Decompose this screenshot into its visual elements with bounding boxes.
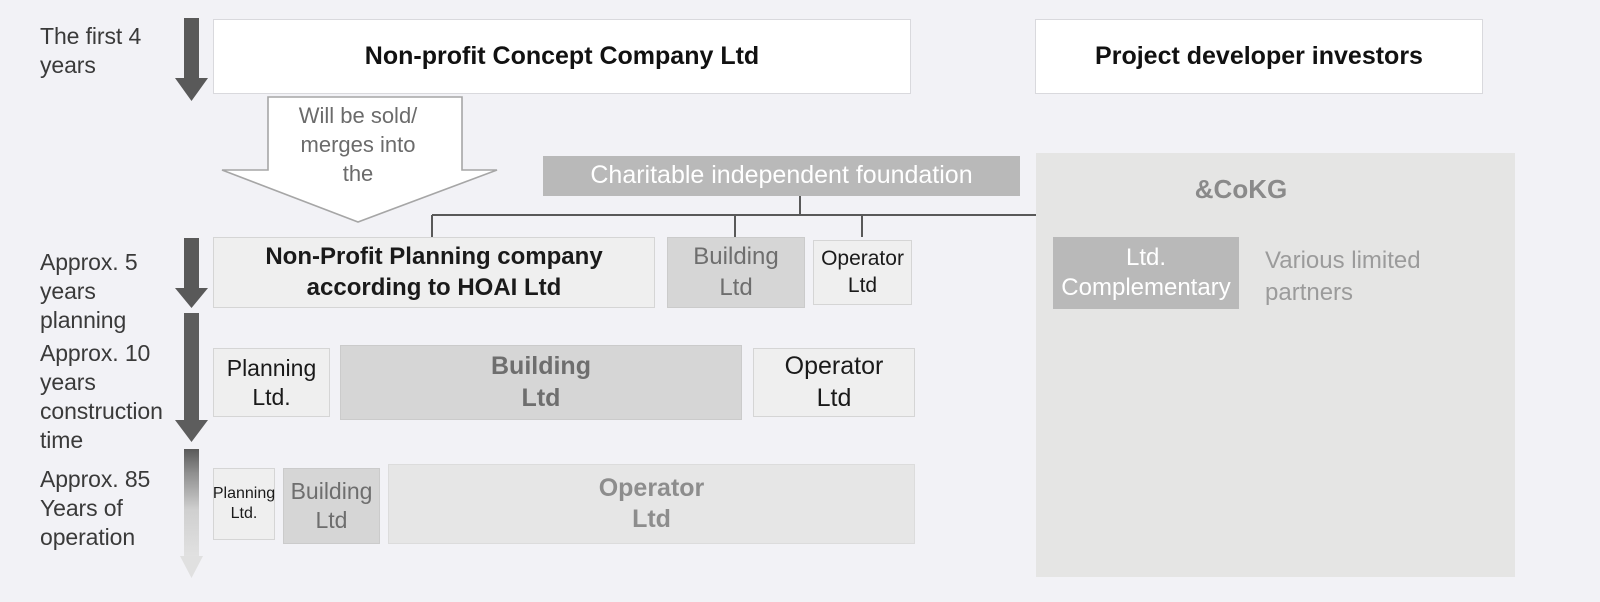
node-ltd-complementary[interactable]: Ltd. Complementary: [1053, 237, 1239, 309]
node-operator-ltd-construction[interactable]: Operator Ltd: [753, 348, 915, 417]
node-project-developer-investors[interactable]: Project developer investors: [1035, 19, 1483, 94]
cokg-panel: [1036, 153, 1515, 577]
node-operator-ltd-planning[interactable]: Operator Ltd: [813, 240, 912, 305]
phase-label-planning: Approx. 5 years planning: [40, 249, 138, 333]
timeline-arrow-2: [175, 238, 208, 308]
phase-label-operation: Approx. 85 Years of operation: [40, 466, 151, 550]
cokg-panel-title: &CoKG: [1194, 174, 1288, 204]
callout-merge-text: Will be sold/ merges into the: [298, 103, 418, 186]
node-charitable-foundation[interactable]: Charitable independent foundation: [543, 156, 1020, 196]
phase-label-construction: Approx. 10 years construction time: [40, 340, 163, 453]
cokg-limited-partners-note: Various limited partners: [1265, 247, 1421, 306]
timeline-arrow-3: [175, 313, 208, 442]
node-building-ltd-planning[interactable]: Building Ltd: [667, 237, 805, 308]
node-planning-ltd-operation[interactable]: Planning Ltd.: [213, 468, 275, 540]
node-planning-ltd-construction[interactable]: Planning Ltd.: [213, 348, 330, 417]
timeline-arrow-4: [180, 449, 203, 578]
node-operator-ltd-operation[interactable]: Operator Ltd: [388, 464, 915, 544]
node-building-ltd-operation[interactable]: Building Ltd: [283, 468, 380, 544]
node-building-ltd-construction[interactable]: Building Ltd: [340, 345, 742, 420]
diagram-canvas: The first 4 years Approx. 5 years planni…: [0, 0, 1600, 602]
timeline-arrow-1: [175, 18, 208, 101]
phase-label-first-4-years: The first 4 years: [40, 23, 142, 78]
node-nonprofit-concept-company[interactable]: Non-profit Concept Company Ltd: [213, 19, 911, 94]
node-nonprofit-planning-company[interactable]: Non-Profit Planning company according to…: [213, 237, 655, 308]
